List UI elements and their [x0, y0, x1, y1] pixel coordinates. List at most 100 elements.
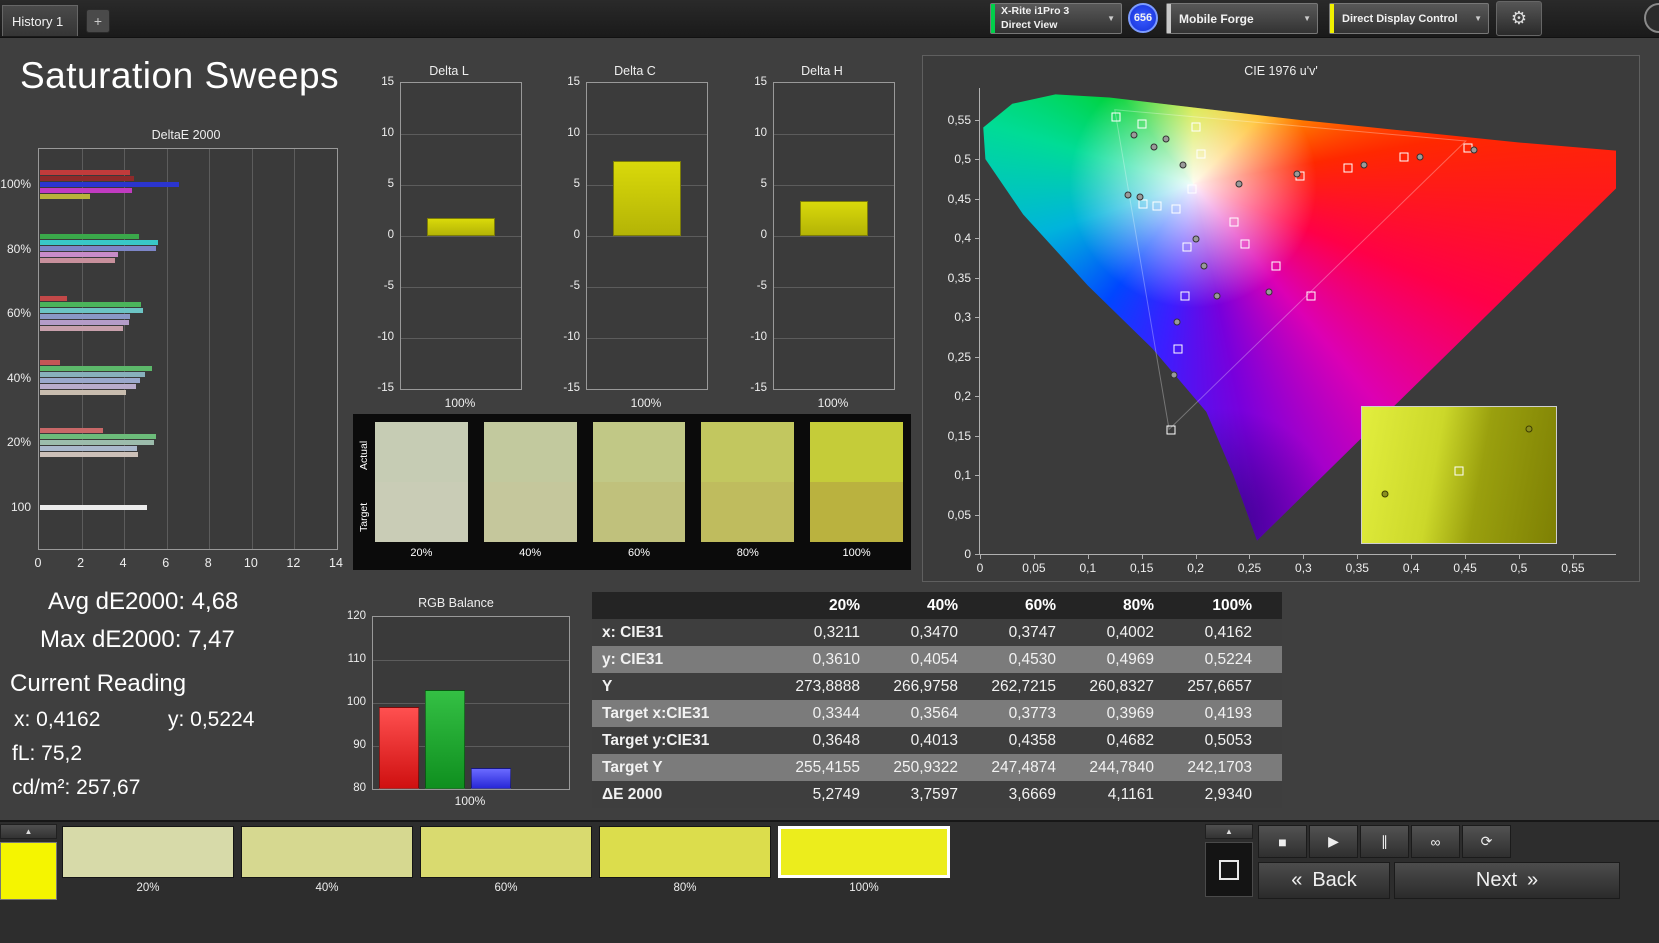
row-label: x: CIE31: [602, 623, 664, 641]
results-table-wrap: 20% 40% 60% 80% 100% x: CIE31 0,3211 0,3470 0,37…: [592, 592, 1282, 808]
continuous-measure-button[interactable]: ∞: [1411, 825, 1460, 858]
bar: [40, 246, 156, 252]
patch-button-label: 60%: [494, 882, 518, 894]
back-label: Back: [1312, 869, 1357, 891]
chevron-down-icon: ▼: [1474, 14, 1482, 23]
table-row: Y 273,8888 266,9758 262,7215 260,8327 257,665…: [592, 673, 1282, 700]
table-header-row: 20% 40% 60% 80% 100%: [592, 592, 1282, 619]
window-circle-button[interactable]: [1644, 3, 1659, 33]
pause-button[interactable]: ∥: [1360, 825, 1409, 858]
delta-bar: [613, 160, 681, 236]
y-axis-label: 0: [573, 229, 580, 241]
table-cell: 0,4193: [1204, 704, 1252, 722]
meter-dropdown[interactable]: X-Rite i1Pro 3 Direct View ▼: [990, 3, 1122, 34]
patch-button-80%[interactable]: 80%: [599, 826, 771, 894]
patch-button-40%[interactable]: 40%: [241, 826, 413, 894]
y-axis-label: -5: [383, 280, 394, 292]
target-marker: [1196, 149, 1206, 159]
measurement-marker: [1136, 193, 1144, 201]
table-cell: 5,2749: [812, 785, 860, 803]
chevron-down-icon: ▼: [1107, 14, 1115, 23]
x-axis-label: 0,2: [1187, 561, 1204, 575]
display-control-dropdown[interactable]: Direct Display Control ▼: [1329, 3, 1489, 34]
table-cell: 0,4969: [1106, 650, 1154, 668]
patch-button-60%[interactable]: 60%: [420, 826, 592, 894]
inset-target-marker: [1454, 466, 1464, 476]
tick-mark: [975, 475, 980, 477]
next-button[interactable]: Next »: [1394, 862, 1620, 899]
grid-line: [401, 287, 521, 288]
max-de2000: Max dE2000: 7,47: [40, 626, 235, 653]
y-axis-label: 0: [387, 229, 394, 241]
measurement-marker: [1162, 135, 1170, 143]
x-axis-label: 4: [119, 556, 127, 570]
grid-line: [774, 287, 894, 288]
target-marker: [1399, 152, 1409, 162]
y-axis-label: 10: [381, 127, 394, 139]
delta-h-x-label: 100%: [817, 396, 849, 410]
patch-button-label: 20%: [136, 882, 160, 894]
y-axis-label: 10: [567, 127, 580, 139]
collapse-right-button[interactable]: ▲: [1205, 824, 1253, 839]
refresh-button[interactable]: ⟳: [1462, 825, 1511, 858]
collapse-left-button[interactable]: ▲: [0, 824, 57, 839]
grid-line: [124, 149, 126, 549]
patch-column: 20%: [375, 422, 468, 559]
target-row-label: Target: [358, 502, 370, 532]
bar: [40, 366, 152, 372]
patch-window-button[interactable]: [1205, 842, 1253, 897]
actual-row-label: Actual: [358, 440, 370, 470]
delta-l-plot: [400, 82, 522, 390]
patch-button-20%[interactable]: 20%: [62, 826, 234, 894]
x-axis-label: 2: [77, 556, 85, 570]
y-axis-label: 10: [754, 127, 767, 139]
top-bar: History 1 + X-Rite i1Pro 3 Direct View ▼…: [0, 0, 1659, 38]
y-axis-label: 20%: [6, 435, 31, 450]
patch-column: 80%: [701, 422, 795, 559]
measurement-marker: [1124, 191, 1132, 199]
table-cell: 0,4002: [1106, 623, 1154, 641]
patch-button-100%[interactable]: 100%: [778, 826, 950, 894]
bar: [40, 181, 180, 187]
green-bar: [425, 690, 465, 789]
stop-button[interactable]: ■: [1258, 825, 1307, 858]
delta-c-x-label: 100%: [630, 396, 662, 410]
y-axis-label: 0,5: [954, 152, 971, 167]
table-cell: 0,4682: [1106, 731, 1154, 749]
table-cell: 4,1161: [1107, 785, 1154, 803]
measurement-marker: [1360, 161, 1368, 169]
tick-mark: [1357, 554, 1359, 559]
source-dropdown[interactable]: Mobile Forge ▼: [1166, 3, 1318, 34]
bar: [40, 240, 159, 246]
settings-button[interactable]: ⚙: [1496, 1, 1542, 36]
target-marker: [1187, 184, 1197, 194]
measurement-marker: [1416, 153, 1424, 161]
x-axis-label: 8: [204, 556, 212, 570]
table-cell: 0,5224: [1204, 650, 1252, 668]
tick-mark: [975, 238, 980, 240]
reading-count-badge[interactable]: 656: [1128, 3, 1158, 33]
target-marker: [1229, 217, 1239, 227]
delta-bar: [800, 201, 868, 236]
back-button[interactable]: « Back: [1258, 862, 1390, 899]
target-marker: [1182, 242, 1192, 252]
play-button[interactable]: ▶: [1309, 825, 1358, 858]
measurement-marker: [1173, 318, 1181, 326]
bar: [40, 445, 137, 451]
column-header: 100%: [1184, 592, 1282, 619]
y-axis-label: 0,1: [954, 468, 971, 483]
calman-window: History 1 + X-Rite i1Pro 3 Direct View ▼…: [0, 0, 1659, 943]
next-label: Next: [1475, 869, 1517, 891]
target-marker: [1137, 119, 1147, 129]
current-patch-swatch: [0, 842, 57, 900]
table-cell: 0,4530: [1008, 650, 1056, 668]
tab-history-1[interactable]: History 1: [2, 5, 78, 36]
target-marker: [1343, 163, 1353, 173]
inset-measurement-marker: [1525, 425, 1533, 433]
add-tab-button[interactable]: +: [86, 9, 110, 33]
y-axis-label: 0,2: [954, 389, 971, 404]
target-marker: [1180, 291, 1190, 301]
x-axis-label: 14: [329, 556, 343, 570]
target-marker: [1240, 239, 1250, 249]
delta-h-plot: [773, 82, 895, 390]
